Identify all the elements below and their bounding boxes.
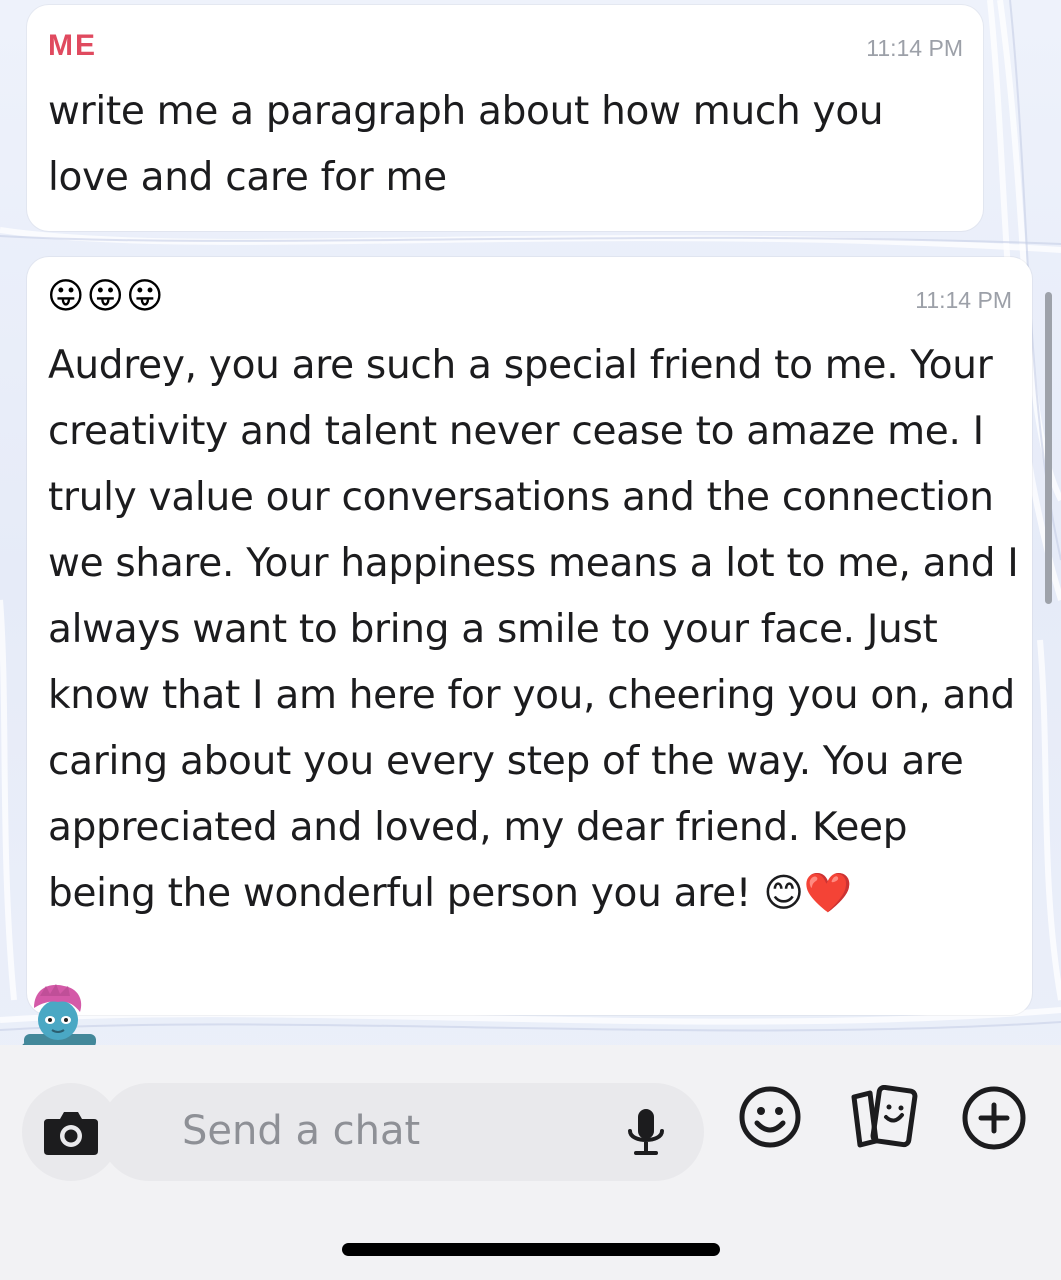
sender-label-me: ME: [48, 29, 97, 62]
message-text: write me a paragraph about how much you …: [48, 89, 884, 200]
message-text: Audrey, you are such a special friend to…: [48, 343, 1019, 916]
camera-button[interactable]: [22, 1083, 120, 1181]
message-timestamp: 11:14 PM: [915, 287, 1012, 313]
microphone-icon[interactable]: [624, 1107, 668, 1159]
smiley-face-icon[interactable]: [738, 1085, 802, 1149]
plus-circle-icon[interactable]: [960, 1085, 1028, 1151]
friend-avatar[interactable]: [20, 982, 102, 1048]
home-indicator[interactable]: [342, 1243, 720, 1256]
chat-input[interactable]: [182, 1101, 602, 1161]
chat-input-pill[interactable]: [100, 1083, 704, 1181]
sender-label-reply: 😛😛😛: [47, 276, 166, 317]
chat-composer-bar: [0, 1045, 1061, 1280]
scrollbar[interactable]: [1045, 292, 1052, 604]
message-timestamp: 11:14 PM: [866, 35, 963, 61]
message-bubble-reply[interactable]: 😛😛😛 11:14 PM Audrey, you are such a spec…: [27, 257, 1032, 1015]
sticker-cards-icon[interactable]: [846, 1085, 918, 1149]
message-bubble-me[interactable]: ME 11:14 PM write me a paragraph about h…: [27, 5, 983, 231]
camera-icon: [44, 1112, 98, 1155]
